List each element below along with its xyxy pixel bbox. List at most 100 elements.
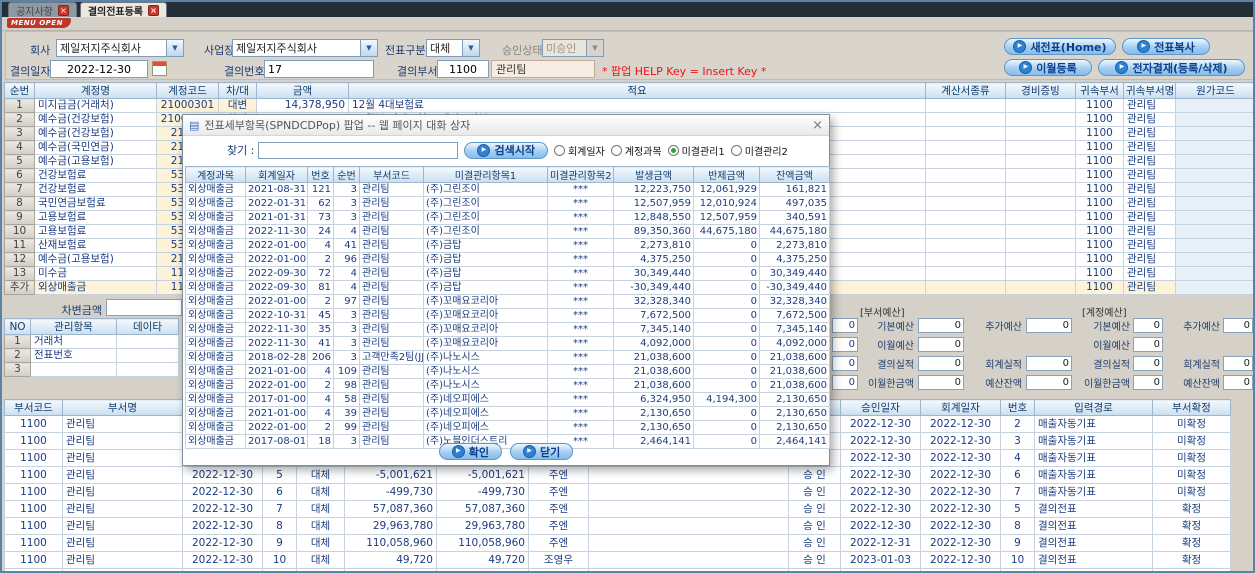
cell[interactable]: 관리팀 — [359, 196, 424, 211]
table-row[interactable]: 외상매출금 2022-01-00 2 96 관리팀 (주)금탑 *** 4,375,250 0 4… — [185, 252, 830, 267]
cell[interactable]: 외상매출금 — [185, 210, 246, 225]
cell[interactable]: 대체 — [296, 568, 345, 571]
cell[interactable] — [588, 568, 789, 571]
cell[interactable] — [1175, 140, 1253, 155]
cell[interactable]: 0 — [693, 280, 760, 295]
cell[interactable]: 109 — [333, 364, 360, 379]
cell[interactable]: 관리팀 — [359, 182, 424, 197]
cell[interactable]: 1100 — [1075, 224, 1124, 239]
close-tab-icon[interactable]: × — [148, 4, 160, 16]
cell[interactable] — [1152, 568, 1231, 571]
table-row[interactable]: 1100 관리팀 2022-12-30 9 대체 110,058,960 110,058,9… — [4, 534, 1254, 552]
cell[interactable] — [116, 362, 179, 377]
table-row[interactable]: 외상매출금 2018-02-28 206 3 고객만족2팀(JJ (주)나노시스 *** 21… — [185, 350, 830, 365]
cell[interactable] — [116, 348, 179, 363]
cell[interactable]: 1100 — [1075, 140, 1124, 155]
cell[interactable]: 외상매출금 — [185, 336, 246, 351]
close-icon[interactable]: × — [812, 119, 823, 132]
cell[interactable] — [1175, 126, 1253, 141]
cell[interactable] — [788, 568, 841, 571]
cell[interactable]: 관리팀 — [359, 210, 424, 225]
cell[interactable]: 주엔 — [528, 466, 589, 484]
budget-field-value[interactable]: 0 — [1223, 356, 1253, 371]
chevron-down-icon[interactable]: ▼ — [462, 40, 479, 56]
cell[interactable]: 승 인 — [788, 483, 841, 501]
cell[interactable]: 1100 — [1075, 98, 1124, 113]
cell[interactable] — [1175, 168, 1253, 183]
cell[interactable]: *** — [547, 280, 614, 295]
cell[interactable]: 41 — [333, 238, 360, 253]
cell[interactable]: 확정 — [1152, 517, 1231, 535]
cell[interactable]: *** — [547, 364, 614, 379]
cell[interactable]: 1100 — [1075, 182, 1124, 197]
cell[interactable] — [1005, 224, 1076, 239]
cell[interactable] — [1005, 238, 1076, 253]
cell[interactable]: 미지급금(거래처) — [34, 98, 157, 113]
cell[interactable]: 30,349,440 — [759, 266, 830, 281]
cell[interactable]: 1100 — [1075, 126, 1124, 141]
cell[interactable]: 미확정 — [1152, 483, 1231, 501]
cell[interactable]: *** — [547, 420, 614, 435]
cell[interactable] — [1175, 182, 1253, 197]
cell[interactable]: *** — [547, 308, 614, 323]
cell[interactable]: 57,087,360 — [344, 500, 437, 518]
cell[interactable]: 관리팀 — [62, 415, 183, 433]
cell[interactable]: (주)금탑 — [423, 238, 548, 253]
cell[interactable]: 2022-01-00 — [245, 252, 308, 267]
cell[interactable]: 0 — [693, 322, 760, 337]
cell[interactable]: 8 — [262, 517, 297, 535]
cell[interactable]: -499,730 — [344, 483, 437, 501]
cell[interactable]: 2022-11-30 — [245, 224, 308, 239]
cell[interactable]: 결의전표 — [1034, 500, 1153, 518]
cell[interactable]: 관리팀 — [62, 432, 183, 450]
cell[interactable]: 관리팀 — [359, 238, 424, 253]
cell[interactable] — [925, 98, 1006, 113]
cell[interactable]: *** — [547, 252, 614, 267]
cell[interactable]: 2022-01-31 — [245, 196, 308, 211]
cell[interactable]: 1100 — [1075, 210, 1124, 225]
cell[interactable]: 2022-12-30 — [840, 483, 921, 501]
cell[interactable]: 0 — [693, 266, 760, 281]
cell[interactable]: 0 — [693, 378, 760, 393]
cell[interactable] — [925, 252, 1006, 267]
cell[interactable]: 관리팀 — [359, 420, 424, 435]
cell[interactable]: 1100 — [1075, 154, 1124, 169]
cell[interactable]: 외상매출금 — [185, 420, 246, 435]
cell[interactable]: 2022-10-31 — [245, 308, 308, 323]
cell[interactable]: (주)꼬매요코리아 — [423, 336, 548, 351]
cell[interactable]: 12,010,924 — [693, 196, 760, 211]
cell[interactable]: 10 — [1000, 551, 1035, 569]
cell[interactable]: 관리팀 — [1123, 140, 1176, 155]
cell[interactable]: 4 — [307, 364, 334, 379]
cell[interactable]: 외상매출금 — [185, 238, 246, 253]
cell[interactable]: (주)네오피에스 — [423, 420, 548, 435]
cell[interactable]: 2017-01-00 — [245, 392, 308, 407]
cell[interactable]: 주엔 — [528, 534, 589, 552]
cell[interactable]: *** — [547, 294, 614, 309]
cell[interactable]: 대체 — [296, 551, 345, 569]
cell[interactable]: 외상매출금 — [185, 392, 246, 407]
cell[interactable]: 0 — [693, 308, 760, 323]
budget-field-value[interactable]: 0 — [1133, 356, 1163, 371]
cell[interactable]: 관리팀 — [359, 406, 424, 421]
cell[interactable]: (주)그린조이 — [423, 210, 548, 225]
slip-type-select[interactable]: 대체 ▼ — [426, 39, 480, 57]
cell[interactable] — [1175, 154, 1253, 169]
cell[interactable]: 1100 — [4, 415, 63, 433]
cell[interactable]: 21,038,600 — [759, 378, 830, 393]
cell[interactable]: 주엔 — [528, 517, 589, 535]
cell[interactable]: 거래처 — [30, 334, 117, 349]
cell[interactable]: 6 — [1000, 466, 1035, 484]
cell[interactable]: 9 — [262, 534, 297, 552]
cell[interactable]: *** — [547, 182, 614, 197]
dept-code-input[interactable] — [437, 60, 489, 78]
calendar-icon[interactable] — [152, 61, 167, 76]
budget-field-value[interactable]: 0 — [1026, 318, 1072, 333]
cell[interactable] — [588, 517, 789, 535]
cell[interactable]: 2022-12-30 — [920, 449, 1001, 467]
cell[interactable]: 2023-01-03 — [840, 551, 921, 569]
cell[interactable]: (주)그린조이 — [423, 182, 548, 197]
table-row[interactable]: 2 전표번호 — [4, 348, 179, 363]
cell[interactable]: 12,507,959 — [693, 210, 760, 225]
cell[interactable]: 4,092,000 — [613, 336, 694, 351]
